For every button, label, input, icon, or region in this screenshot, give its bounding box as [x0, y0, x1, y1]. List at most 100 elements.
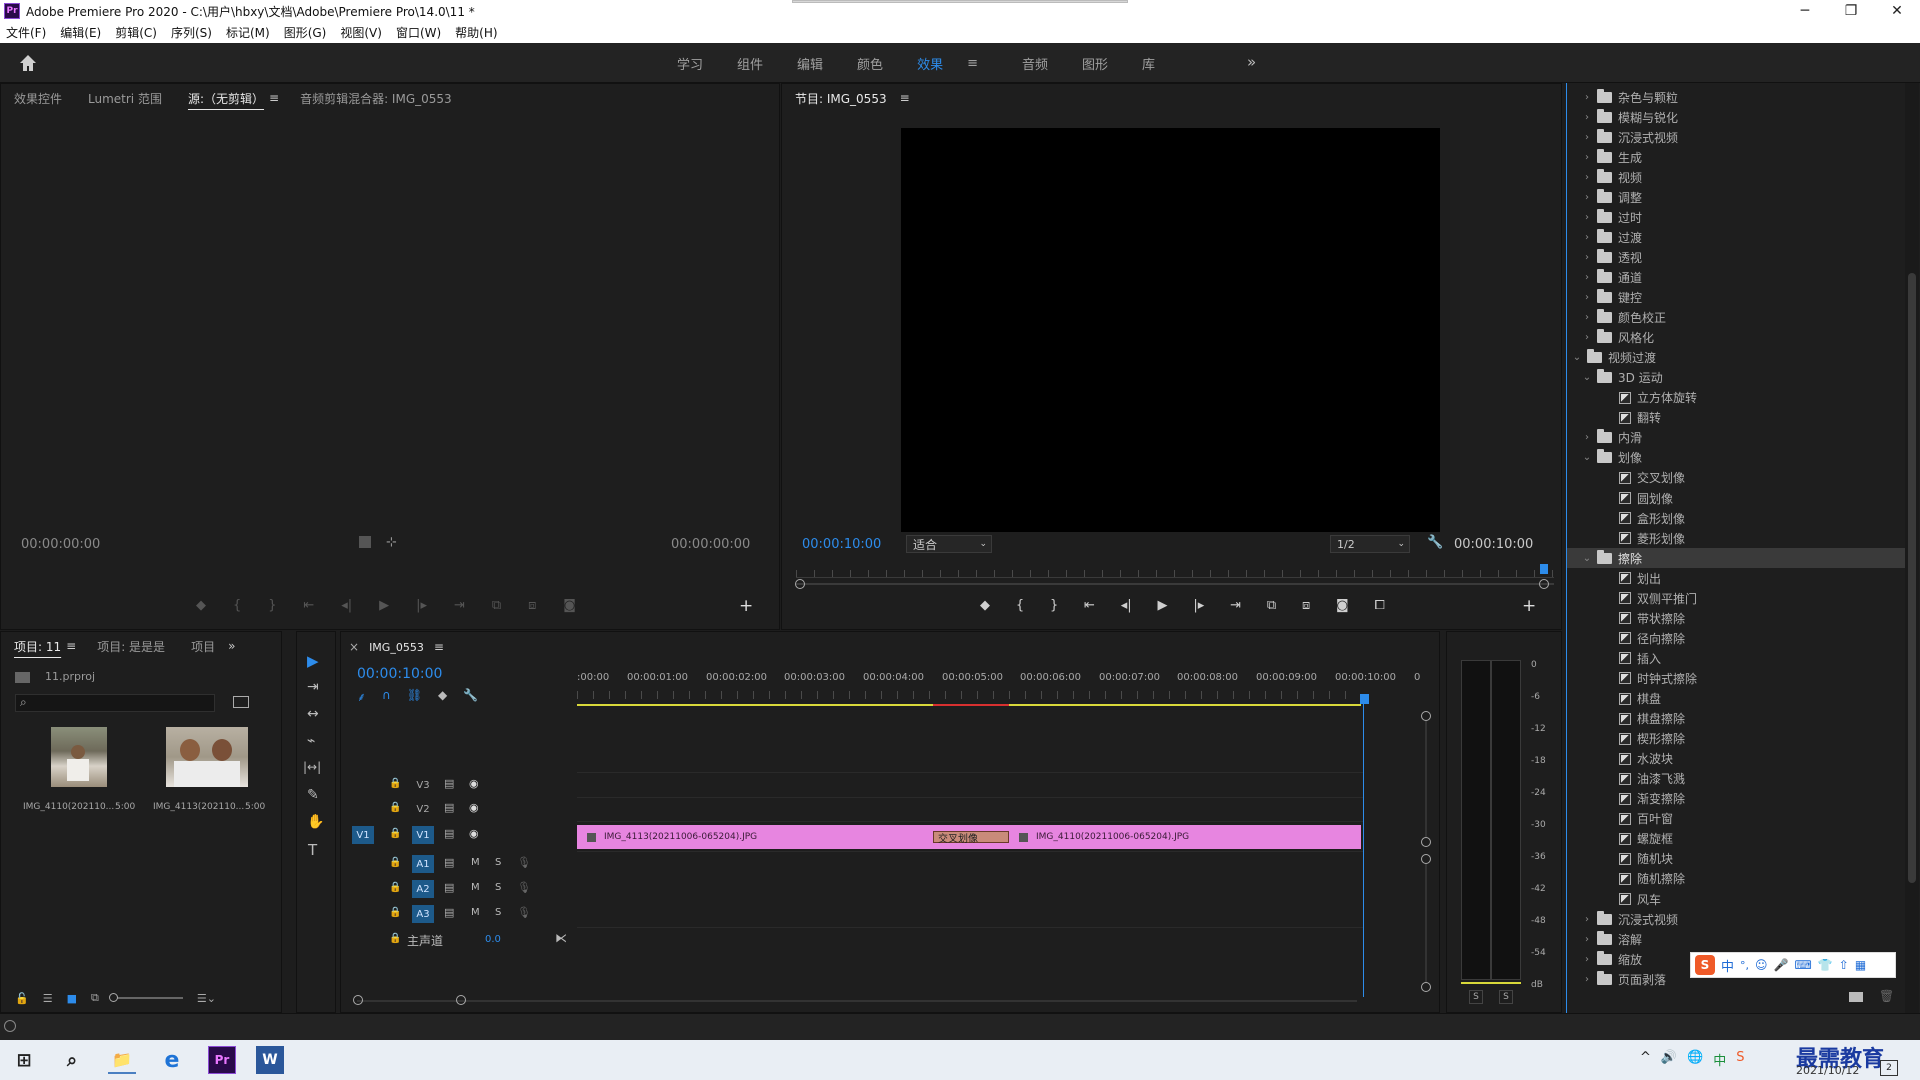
effects-folder[interactable]: › 过时: [1567, 207, 1907, 227]
clip-img-4110[interactable]: IMG_4110(20211006-065204).JPG: [1009, 825, 1361, 849]
timeline-zoom-scrollbar[interactable]: [357, 1000, 1357, 1002]
video-scroll-handle[interactable]: [1421, 711, 1431, 721]
add-marker-icon[interactable]: ◆: [196, 598, 206, 616]
button-editor-plus-icon[interactable]: +: [1522, 596, 1536, 616]
zoom-handle-left[interactable]: [795, 579, 805, 589]
timeline-playhead-timecode[interactable]: 00:00:10:00: [357, 666, 442, 682]
add-marker-icon[interactable]: ◆: [438, 688, 447, 704]
workspace-tab-libraries[interactable]: 库: [1125, 54, 1172, 73]
tab-project-shishishi[interactable]: 项目: 是是是: [84, 638, 178, 655]
ime-skin-icon[interactable]: 👕: [1818, 958, 1833, 972]
menu-help[interactable]: 帮助(H): [455, 24, 497, 41]
effects-item[interactable]: 渐变擦除: [1567, 789, 1907, 809]
effects-folder[interactable]: › 颜色校正: [1567, 308, 1907, 328]
program-time-ruler[interactable]: [796, 570, 1554, 578]
tab-lumetri-scopes[interactable]: Lumetri 范围: [75, 90, 175, 107]
tab-project[interactable]: 项目: [178, 638, 228, 655]
chevron-down-icon[interactable]: ⌄: [1581, 452, 1593, 463]
chevron-right-icon[interactable]: ›: [1581, 252, 1593, 263]
go-to-end-icon[interactable]: ⧔: [555, 931, 567, 945]
delete-trash-icon[interactable]: 🗑: [1879, 989, 1894, 1003]
volume-icon[interactable]: 🔊: [1661, 1050, 1677, 1069]
step-back-icon[interactable]: ◂|: [1121, 598, 1132, 616]
play-icon[interactable]: ▶: [379, 598, 389, 616]
track-label-v2[interactable]: V2: [412, 800, 434, 818]
effects-folder[interactable]: › 沉浸式视频: [1567, 909, 1907, 929]
program-zoom-bar[interactable]: [796, 583, 1554, 585]
workspace-tab-editing[interactable]: 编辑: [780, 54, 840, 73]
razor-tool-icon[interactable]: ⌁: [307, 733, 315, 749]
effects-folder[interactable]: › 键控: [1567, 288, 1907, 308]
track-sync-icon[interactable]: ▤: [444, 827, 454, 840]
button-editor-plus-icon[interactable]: +: [739, 596, 753, 616]
project-item[interactable]: IMG_4110(202110... 5:00: [15, 727, 143, 825]
go-to-out-icon[interactable]: ⇥: [454, 598, 465, 616]
effects-item[interactable]: 插入: [1567, 648, 1907, 668]
chevron-right-icon[interactable]: ›: [1581, 192, 1593, 203]
lift-icon[interactable]: ⧉: [1267, 598, 1276, 616]
chevron-right-icon[interactable]: ›: [1581, 272, 1593, 283]
chevron-down-icon[interactable]: ⌄: [1581, 553, 1593, 564]
menu-edit[interactable]: 编辑(E): [60, 24, 101, 41]
track-lock-icon[interactable]: 🔒: [389, 778, 401, 789]
settings-wrench-icon[interactable]: 🔧: [1427, 535, 1443, 550]
sequence-tab[interactable]: IMG_0553: [369, 641, 424, 654]
tab-source[interactable]: 源:（无剪辑）: [175, 90, 277, 107]
file-explorer-icon[interactable]: 📁: [108, 1046, 136, 1074]
menu-sequence[interactable]: 序列(S): [171, 24, 212, 41]
workspace-tab-assembly[interactable]: 组件: [720, 54, 780, 73]
effects-item[interactable]: 油漆飞溅: [1567, 769, 1907, 789]
ime-shift-icon[interactable]: ⇧: [1839, 958, 1849, 972]
close-button[interactable]: ✕: [1874, 0, 1920, 22]
workspace-menu-icon[interactable]: ≡: [950, 56, 995, 71]
track-select-tool-icon[interactable]: ⇥: [307, 679, 319, 695]
chevron-right-icon[interactable]: ›: [1581, 232, 1593, 243]
track-lock-icon[interactable]: 🔒: [389, 882, 401, 893]
track-lock-icon[interactable]: 🔒: [389, 907, 401, 918]
menu-view[interactable]: 视图(V): [340, 24, 382, 41]
chevron-right-icon[interactable]: ›: [1581, 914, 1593, 925]
menu-markers[interactable]: 标记(M): [226, 24, 270, 41]
zoom-slider[interactable]: [108, 993, 183, 1002]
sogou-tray-icon[interactable]: S: [1736, 1050, 1744, 1069]
extract-icon[interactable]: ⧈: [1302, 598, 1310, 616]
sogou-logo-icon[interactable]: S: [1695, 955, 1715, 975]
selection-tool-icon[interactable]: ▶: [307, 652, 319, 670]
effects-folder[interactable]: ⌄ 视频过渡: [1567, 348, 1907, 368]
effects-item[interactable]: 随机块: [1567, 849, 1907, 869]
chevron-right-icon[interactable]: ›: [1581, 432, 1593, 443]
solo-button[interactable]: S: [495, 907, 501, 918]
effects-item[interactable]: 棋盘: [1567, 689, 1907, 709]
chevron-right-icon[interactable]: ›: [1581, 974, 1593, 985]
effects-folder[interactable]: › 生成: [1567, 147, 1907, 167]
audio-scroll-handle[interactable]: [1421, 854, 1431, 864]
start-windows-icon[interactable]: ⊞: [10, 1046, 38, 1074]
menu-clip[interactable]: 剪辑(C): [115, 24, 157, 41]
notification-center-icon[interactable]: 2: [1880, 1060, 1898, 1076]
effects-folder[interactable]: › 内滑: [1567, 428, 1907, 448]
effects-folder[interactable]: › 模糊与锐化: [1567, 107, 1907, 127]
project-more-icon[interactable]: »: [228, 639, 235, 653]
source-current-timecode[interactable]: 00:00:00:00: [21, 537, 100, 552]
comparison-view-icon[interactable]: ⧠: [1375, 598, 1385, 616]
go-to-out-icon[interactable]: ⇥: [1230, 598, 1241, 616]
chevron-right-icon[interactable]: ›: [1581, 292, 1593, 303]
sort-icon[interactable]: ☰⌄: [197, 992, 216, 1005]
effects-item[interactable]: 百叶窗: [1567, 809, 1907, 829]
effects-folder[interactable]: › 视频: [1567, 167, 1907, 187]
effects-item[interactable]: 螺旋框: [1567, 829, 1907, 849]
solo-right-button[interactable]: S: [1499, 990, 1513, 1004]
effects-scrollbar-thumb[interactable]: [1908, 273, 1916, 883]
timeline-zoom-handle-left[interactable]: [353, 995, 363, 1005]
step-back-icon[interactable]: ◂|: [341, 598, 352, 616]
close-sequence-icon[interactable]: ×: [349, 640, 359, 654]
maximize-button[interactable]: ❐: [1828, 0, 1874, 22]
zoom-icon[interactable]: ⊹: [386, 535, 397, 550]
ime-keyboard-icon[interactable]: ⌨: [1794, 958, 1811, 972]
chevron-right-icon[interactable]: ›: [1581, 172, 1593, 183]
minimize-button[interactable]: ─: [1782, 0, 1828, 22]
mark-in-icon[interactable]: {: [1016, 598, 1024, 616]
project-menu-icon[interactable]: ≡: [66, 639, 76, 653]
audio-scroll-handle[interactable]: [1421, 982, 1431, 992]
transition-cross-iris[interactable]: 交叉划像: [933, 831, 1009, 845]
